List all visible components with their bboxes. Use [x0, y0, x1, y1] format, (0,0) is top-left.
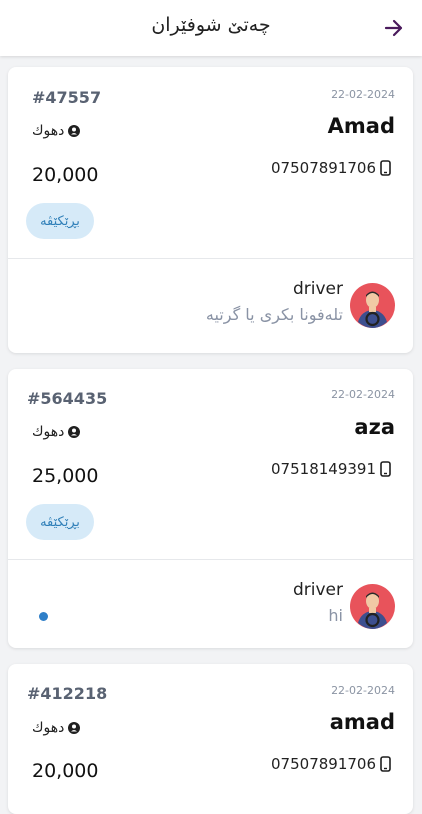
location: دهوك [32, 720, 81, 736]
phone: 07507891706 [271, 755, 391, 773]
chat-sender: driver [292, 580, 343, 600]
mobile-phone-icon [380, 461, 391, 477]
phone-number: 07518149391 [271, 460, 376, 478]
driver-avatar-icon [350, 584, 395, 629]
location: دهوك [32, 123, 81, 139]
order-price: 20,000 [32, 760, 99, 782]
location-pin-icon [68, 125, 81, 137]
location-text: دهوك [32, 123, 65, 139]
order-id: #47557 [32, 88, 102, 107]
unread-indicator [39, 612, 48, 621]
order-card[interactable]: #564435 22-02-2024 aza دهوك 07518149391 … [8, 369, 413, 648]
order-price: 20,000 [32, 164, 99, 186]
order-card[interactable]: #47557 22-02-2024 Amad دهوك 07507891706 … [8, 67, 413, 353]
order-card[interactable]: #412218 22-02-2024 amad دهوك 07507891706… [8, 664, 413, 814]
mobile-phone-icon [380, 160, 391, 176]
chat-message: تلەفونا بکری یا گرتیە [205, 305, 343, 324]
phone-number: 07507891706 [271, 159, 376, 177]
order-id: #412218 [27, 684, 108, 703]
status-badge: بڕێکێڤە [26, 203, 94, 239]
location-text: دهوك [32, 720, 65, 736]
driver-avatar-icon [350, 283, 395, 328]
chat-sender: driver [292, 279, 343, 299]
order-date: 22-02-2024 [331, 88, 395, 101]
customer-name: amad [329, 710, 395, 734]
customer-name: aza [354, 415, 395, 439]
location-pin-icon [68, 426, 81, 438]
location-text: دهوك [32, 424, 65, 440]
location: دهوك [32, 424, 81, 440]
chat-message: hi [328, 606, 343, 625]
page-title: چەتێ شوفێران [151, 14, 271, 36]
app-header: چەتێ شوفێران [0, 0, 422, 56]
back-button[interactable] [380, 14, 408, 42]
card-divider [8, 258, 413, 259]
phone: 07507891706 [271, 159, 391, 177]
status-badge: بڕێکێڤە [26, 504, 94, 540]
chat-preview[interactable]: driver تلەفونا بکری یا گرتیە [8, 267, 413, 337]
location-pin-icon [68, 722, 81, 734]
arrow-right-icon [384, 19, 403, 37]
phone: 07518149391 [271, 460, 391, 478]
order-date: 22-02-2024 [331, 388, 395, 401]
card-divider [8, 559, 413, 560]
mobile-phone-icon [380, 756, 391, 772]
customer-name: Amad [327, 114, 395, 138]
order-price: 25,000 [32, 465, 99, 487]
phone-number: 07507891706 [271, 755, 376, 773]
chat-preview[interactable]: driver hi [8, 568, 413, 638]
order-id: #564435 [27, 389, 108, 408]
order-date: 22-02-2024 [331, 684, 395, 697]
